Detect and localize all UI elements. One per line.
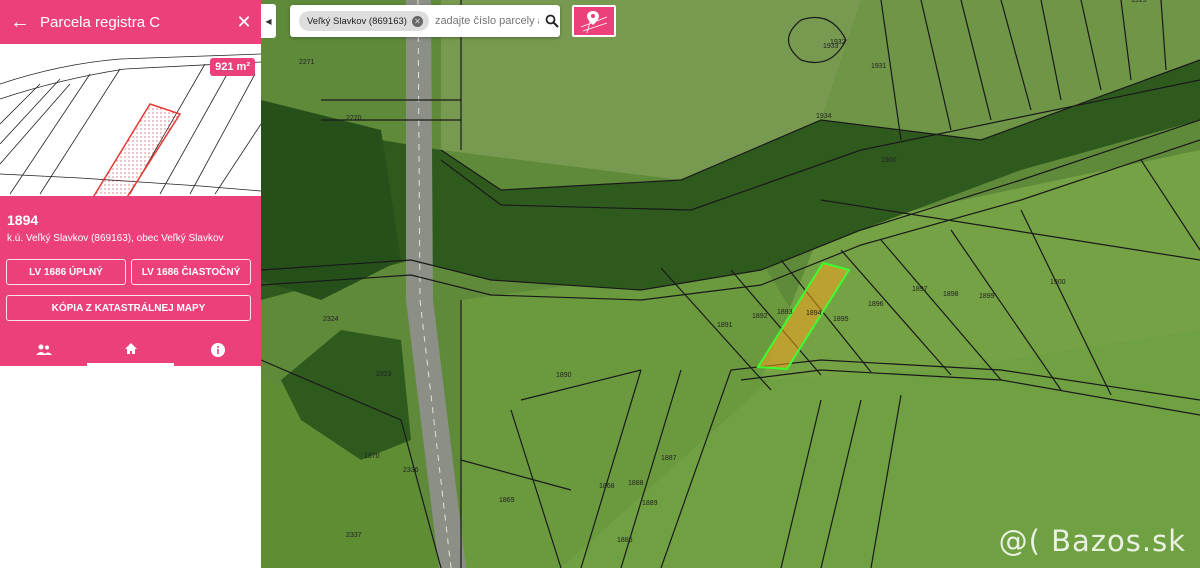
panel-title: Parcela registra C xyxy=(40,13,161,31)
map-copy-button[interactable]: KÓPIA Z KATASTRÁLNEJ MAPY xyxy=(6,295,251,321)
cadastral-area: k.ú. Veľký Slavkov (869163), obec Veľký … xyxy=(7,233,224,244)
parcel-label-1895: 1895 xyxy=(833,316,849,323)
parcel-search-input[interactable] xyxy=(432,14,541,28)
parcel-label-2336: 2336 xyxy=(403,467,419,474)
chip-label: Veľký Slavkov (869163) xyxy=(307,15,407,27)
lv-partial-button[interactable]: LV 1686 ČIASTOČNÝ xyxy=(131,259,251,285)
parcel-label-1919: 1919 xyxy=(1131,0,1147,4)
parcel-label-1897: 1897 xyxy=(912,286,928,293)
parcel-panel: ← Parcela registra C ✕ 921 m² 1894 k.ú. … xyxy=(0,0,261,568)
parcel-label-2337: 2337 xyxy=(346,532,362,539)
parcel-label-1900: 1900 xyxy=(1050,279,1066,286)
collapse-panel-button[interactable]: ◀ xyxy=(261,4,276,38)
map-canvas[interactable]: 1933193219341931191922712270189018911892… xyxy=(261,0,1200,568)
tab-info[interactable] xyxy=(174,334,261,366)
parcel-label-1932: 1932 xyxy=(830,39,846,46)
parcel-label-1891: 1891 xyxy=(717,322,733,329)
map-pin-icon xyxy=(580,10,608,33)
map-layer-button[interactable] xyxy=(572,5,616,37)
parcel-info: 1894 k.ú. Veľký Slavkov (869163), obec V… xyxy=(0,196,261,366)
parcel-label-1934: 1934 xyxy=(816,113,832,120)
tab-home[interactable] xyxy=(87,334,174,366)
parcel-label-1896: 1896 xyxy=(868,301,884,308)
search-bar: Veľký Slavkov (869163) ✕ xyxy=(290,5,560,37)
cadastral-map[interactable]: 1933 1932 1934 1931 1919 2271 2270 1890 1891 1892… xyxy=(261,0,1200,568)
parcel-label-2271: 2271 xyxy=(299,59,315,66)
parcel-label-1892: 1892 xyxy=(752,313,768,320)
parcel-label-1889: 1889 xyxy=(642,500,658,507)
lv-full-button[interactable]: LV 1686 ÚPLNÝ xyxy=(6,259,126,285)
parcel-label-1899: 1899 xyxy=(979,293,995,300)
tab-owners[interactable] xyxy=(0,334,87,366)
parcel-label-1886: 1886 xyxy=(617,537,633,544)
chevron-left-icon: ◀ xyxy=(265,16,272,26)
panel-tabs xyxy=(0,334,261,366)
parcel-label-1868: 1868 xyxy=(599,483,615,490)
owners-icon xyxy=(35,344,52,355)
forest-west xyxy=(261,100,401,300)
parcel-label-2323: 2323 xyxy=(376,371,392,378)
parcel-label-1887: 1887 xyxy=(661,455,677,462)
chip-remove-icon[interactable]: ✕ xyxy=(411,15,423,27)
parcel-label-1931: 1931 xyxy=(871,63,887,70)
parcel-number: 1894 xyxy=(7,212,39,228)
parcel-label-1894: 1894 xyxy=(806,310,822,317)
back-arrow-icon[interactable]: ← xyxy=(0,11,40,34)
parcel-label-1898: 1898 xyxy=(943,291,959,298)
cadastral-chip[interactable]: Veľký Slavkov (869163) ✕ xyxy=(299,11,429,31)
parcel-label-1890: 1890 xyxy=(556,372,572,379)
parcel-label-1893: 1893 xyxy=(777,309,793,316)
parcel-label-1870: 1870 xyxy=(364,453,380,460)
panel-header: ← Parcela registra C ✕ xyxy=(0,0,261,44)
info-icon xyxy=(210,343,225,357)
parcel-label-1900: 1900 xyxy=(881,157,897,164)
parcel-label-1888: 1888 xyxy=(628,480,644,487)
parcel-label-2270: 2270 xyxy=(346,115,362,122)
watermark: @( Bazos.sk xyxy=(998,524,1186,558)
parcel-thumbnail: 921 m² xyxy=(0,44,261,196)
parcel-label-1869: 1869 xyxy=(499,497,515,504)
parcel-label-2324: 2324 xyxy=(323,316,339,323)
home-icon xyxy=(124,343,137,354)
area-badge: 921 m² xyxy=(210,58,255,76)
search-icon[interactable] xyxy=(545,14,559,28)
close-icon[interactable]: ✕ xyxy=(227,12,261,33)
